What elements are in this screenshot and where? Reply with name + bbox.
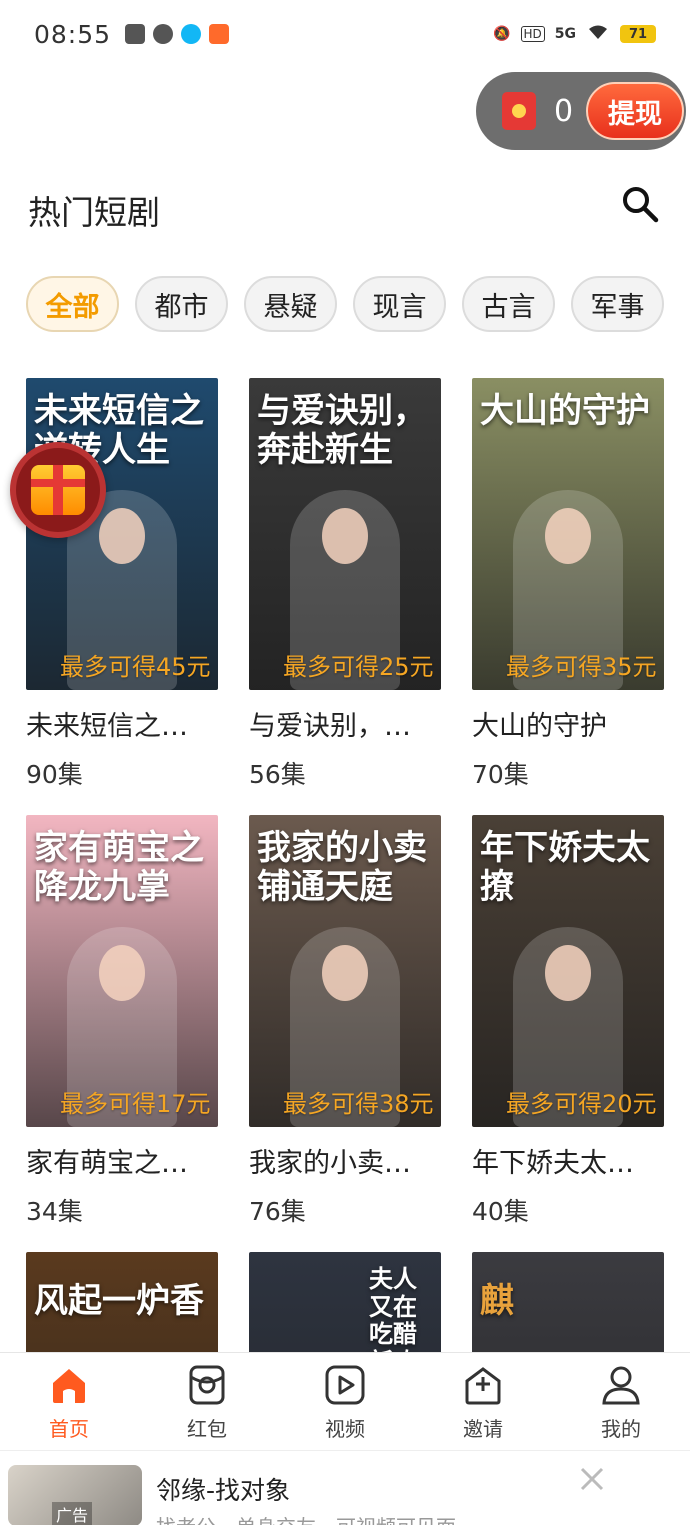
poster: 与爱诀别，奔赴新生 最多可得25元 xyxy=(249,378,441,690)
episode-count: 40集 xyxy=(472,1197,529,1226)
drama-card[interactable]: 家有萌宝之降龙九掌 最多可得17元 家有萌宝之… 34集 xyxy=(26,815,218,1228)
red-packet-icon xyxy=(189,1365,225,1405)
invite-icon xyxy=(465,1367,501,1405)
nav-label: 视频 xyxy=(325,1417,365,1441)
check-icon xyxy=(153,24,174,44)
status-time: 08:55 xyxy=(34,19,112,49)
category-chips: 全部 都市 悬疑 现言 古言 军事 xyxy=(26,276,664,332)
ad-thumbnail: 广告 xyxy=(8,1465,142,1525)
chip-suspense[interactable]: 悬疑 xyxy=(244,276,337,332)
wallet-pill[interactable]: 0 提现 xyxy=(476,72,686,150)
signal-icon: 5G xyxy=(554,26,576,42)
profile-icon xyxy=(602,1366,640,1405)
poster: 大山的守护 最多可得35元 xyxy=(472,378,664,690)
episode-count: 34集 xyxy=(26,1197,83,1226)
nav-home[interactable]: 首页 xyxy=(0,1353,138,1450)
status-bar: 08:55 🔕 HD 5G 71 xyxy=(0,0,690,68)
gift-icon xyxy=(31,465,85,515)
poster-title: 家有萌宝之降龙九掌 xyxy=(34,828,204,908)
poster-title: 与爱诀别，奔赴新生 xyxy=(257,391,427,471)
bottom-nav: 首页 红包 视频 邀请 我的 xyxy=(0,1352,690,1450)
nav-label: 红包 xyxy=(187,1417,227,1441)
wifi-icon xyxy=(586,23,610,45)
qq-icon xyxy=(181,24,202,44)
hd-icon: HD xyxy=(520,26,545,42)
drama-card[interactable]: 年下娇夫太撩 最多可得20元 年下娇夫太… 40集 xyxy=(472,815,664,1228)
reward-text: 最多可得45元 xyxy=(60,653,211,681)
search-icon[interactable] xyxy=(620,184,660,224)
episode-count: 90集 xyxy=(26,760,83,789)
close-icon[interactable] xyxy=(578,1465,606,1493)
chip-modern-romance[interactable]: 现言 xyxy=(353,276,446,332)
drama-name: 家有萌宝之… xyxy=(26,1148,188,1179)
ad-description: 找老公，单身交友，可视频可见面 xyxy=(156,1511,456,1525)
battery-icon: 71 xyxy=(620,25,656,43)
drama-card[interactable]: 我家的小卖铺通天庭 最多可得38元 我家的小卖… 76集 xyxy=(249,815,441,1228)
app-icon xyxy=(209,24,230,44)
poster-title: 年下娇夫太撩 xyxy=(480,828,650,908)
red-packet-icon xyxy=(502,92,536,130)
poster-title: 大山的守护 xyxy=(480,391,650,431)
poster-title: 风起一炉香 xyxy=(34,1281,204,1321)
chip-city[interactable]: 都市 xyxy=(135,276,228,332)
page-title: 热门短剧 xyxy=(28,193,160,232)
nav-label: 邀请 xyxy=(463,1417,503,1441)
home-icon xyxy=(53,1369,85,1403)
chip-military[interactable]: 军事 xyxy=(571,276,664,332)
poster: 家有萌宝之降龙九掌 最多可得17元 xyxy=(26,815,218,1127)
nav-profile[interactable]: 我的 xyxy=(552,1353,690,1450)
withdraw-button[interactable]: 提现 xyxy=(586,82,684,140)
reward-text: 最多可得25元 xyxy=(283,653,434,681)
nav-video[interactable]: 视频 xyxy=(276,1353,414,1450)
mute-icon: 🔕 xyxy=(493,26,511,42)
drama-card[interactable]: 未来短信之逆转人生 最多可得45元 未来短信之… 90集 xyxy=(26,378,218,791)
drama-name: 大山的守护 xyxy=(472,711,607,742)
coin-count: 0 xyxy=(554,93,574,129)
ad-banner[interactable]: 广告 邻缘-找对象 找老公，单身交友，可视频可见面 xyxy=(0,1450,690,1525)
episode-count: 56集 xyxy=(249,760,306,789)
reward-text: 最多可得20元 xyxy=(506,1090,657,1118)
reward-text: 最多可得38元 xyxy=(283,1090,434,1118)
ad-title: 邻缘-找对象 xyxy=(156,1476,291,1505)
reward-text: 最多可得17元 xyxy=(60,1090,211,1118)
episode-count: 76集 xyxy=(249,1197,306,1226)
ad-tag: 广告 xyxy=(52,1502,93,1525)
drama-name: 年下娇夫太… xyxy=(472,1148,634,1179)
chip-ancient-romance[interactable]: 古言 xyxy=(462,276,555,332)
poster-title: 麒 xyxy=(480,1281,514,1321)
message-icon xyxy=(125,24,146,44)
nav-label: 我的 xyxy=(601,1417,641,1441)
drama-name: 未来短信之… xyxy=(26,711,188,742)
nav-red-packet[interactable]: 红包 xyxy=(138,1353,276,1450)
drama-card[interactable]: 大山的守护 最多可得35元 大山的守护 70集 xyxy=(472,378,664,791)
floating-gift-button[interactable] xyxy=(10,442,106,538)
nav-invite[interactable]: 邀请 xyxy=(414,1353,552,1450)
episode-count: 70集 xyxy=(472,760,529,789)
drama-card[interactable]: 与爱诀别，奔赴新生 最多可得25元 与爱诀别，… 56集 xyxy=(249,378,441,791)
reward-text: 最多可得35元 xyxy=(506,653,657,681)
poster-title: 我家的小卖铺通天庭 xyxy=(257,828,427,908)
poster: 我家的小卖铺通天庭 最多可得38元 xyxy=(249,815,441,1127)
nav-label: 首页 xyxy=(49,1417,89,1441)
drama-name: 我家的小卖… xyxy=(249,1148,411,1179)
poster: 年下娇夫太撩 最多可得20元 xyxy=(472,815,664,1127)
video-icon xyxy=(325,1365,365,1405)
drama-name: 与爱诀别，… xyxy=(249,711,411,742)
chip-all[interactable]: 全部 xyxy=(26,276,119,332)
